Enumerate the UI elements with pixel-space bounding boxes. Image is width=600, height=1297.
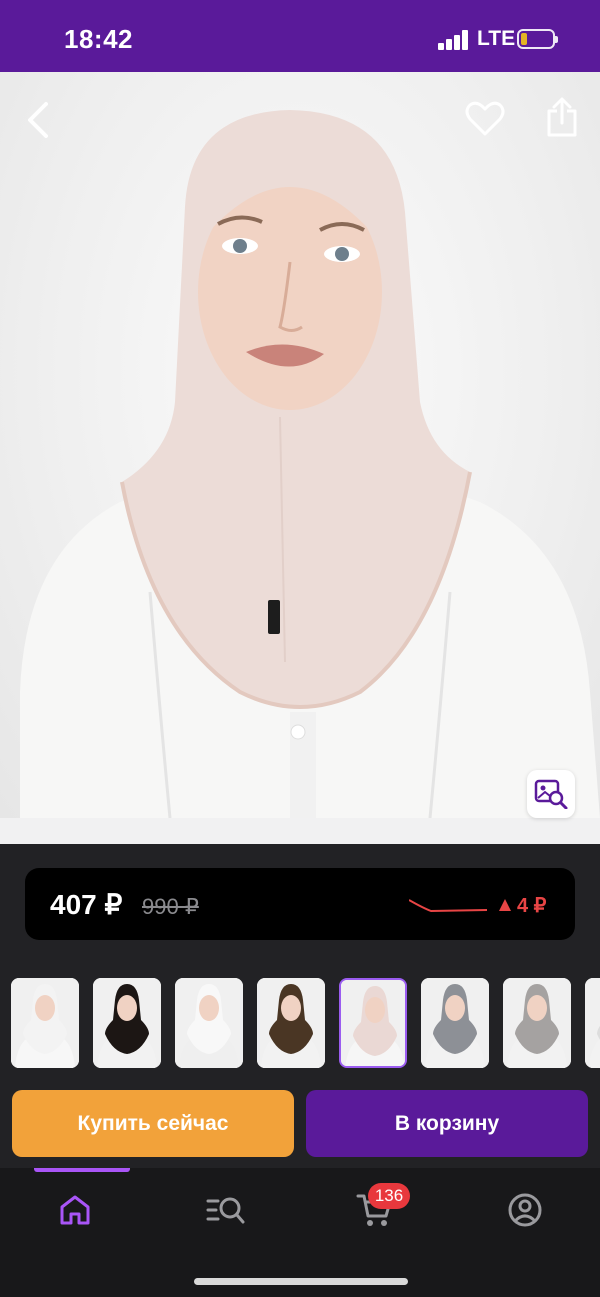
photo-search-button[interactable] [527,770,575,818]
old-price: 990 ₽ [142,894,199,919]
price-trend-line [409,899,488,913]
battery-level [521,33,527,45]
hijab-model-photo [20,110,600,818]
catalog-search-icon [206,1197,245,1224]
buy-now-button[interactable]: Купить сейчас [12,1090,294,1157]
variant-thumb-partial[interactable] [585,978,600,1068]
battery-icon [517,29,558,49]
heart-icon [465,101,505,136]
favorite-button[interactable] [462,96,508,142]
tab-active-indicator [34,1168,130,1172]
status-bar: 18:42 LTE [0,0,600,72]
variant-thumb-white[interactable] [175,978,243,1068]
home-indicator [194,1278,408,1285]
price-card[interactable]: 407 ₽ 990 ₽ 4 ₽ [25,868,575,940]
tab-profile[interactable] [503,1188,547,1232]
profile-icon [508,1193,542,1227]
variant-thumb-black[interactable] [93,978,161,1068]
chevron-left-icon [28,102,48,138]
variant-list [0,976,600,1070]
network-type: LTE [477,27,516,50]
product-image[interactable] [0,72,600,818]
tab-catalog[interactable] [204,1188,248,1232]
variant-thumb-powder[interactable] [339,978,407,1068]
tab-home[interactable] [53,1188,97,1232]
share-icon [547,97,577,137]
image-pager-strip [0,818,600,844]
variant-thumb-grey[interactable] [421,978,489,1068]
variant-thumb-brown[interactable] [257,978,325,1068]
price-change-value: 4 ₽ [517,895,547,917]
price-up-icon [499,899,511,911]
home-icon [60,1195,90,1225]
price-change: 4 ₽ [499,893,546,918]
variant-thumb-white-long[interactable] [11,978,79,1068]
back-button[interactable] [18,98,58,142]
share-button[interactable] [540,94,584,140]
product-screen: 18:42 LTE 407 ₽ 990 ₽ 4 ₽ Купить сейчас … [0,0,600,1297]
status-time: 18:42 [64,24,133,54]
current-price: 407 ₽ [50,889,123,920]
image-search-icon [534,779,568,809]
add-to-cart-button[interactable]: В корзину [306,1090,588,1157]
signal-icon [438,30,470,50]
variant-thumb-light-grey[interactable] [503,978,571,1068]
cart-badge: 136 [368,1183,410,1209]
